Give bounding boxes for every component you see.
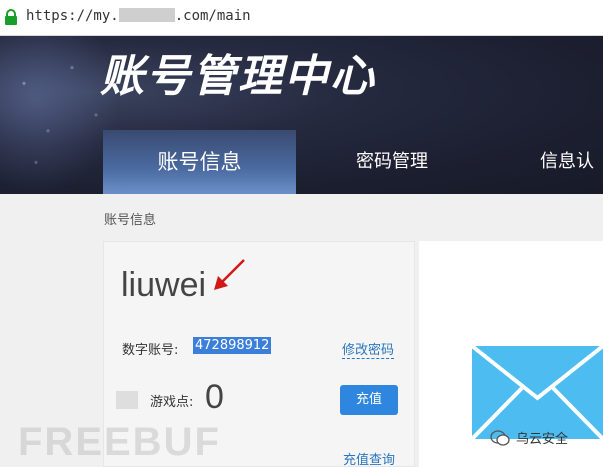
- page-title: 账号管理中心: [100, 51, 376, 102]
- wechat-account-name: 乌云安全: [516, 432, 569, 447]
- wechat-account-badge: 乌云安全: [490, 429, 568, 451]
- tab-info-verification[interactable]: 信息认: [540, 130, 603, 194]
- game-points-label: 游戏点:: [150, 395, 194, 410]
- change-password-link[interactable]: 修改密码: [342, 339, 395, 359]
- username: liuwei: [121, 266, 207, 304]
- header-banner: 账号管理中心 账号信息 密码管理 信息认: [0, 36, 603, 194]
- game-points-icon: [116, 391, 138, 409]
- url-prefix: https://my.: [26, 8, 119, 24]
- breadcrumb: 账号信息: [104, 213, 157, 228]
- account-number-value: 472898912: [193, 337, 272, 354]
- account-number-label: 数字账号:: [122, 343, 179, 358]
- url-redacted: [118, 8, 175, 22]
- game-points-value: 0: [205, 378, 224, 416]
- envelope-icon[interactable]: [472, 346, 603, 439]
- url-suffix: .com/main: [174, 8, 251, 24]
- wechat-icon: [490, 430, 510, 446]
- lock-icon: [5, 9, 17, 25]
- freebuf-watermark: FREEBUF: [18, 420, 221, 464]
- main-nav: 账号信息 密码管理 信息认: [0, 130, 603, 194]
- annotation-arrow-icon: [214, 259, 245, 290]
- tab-password-management[interactable]: 密码管理: [330, 130, 454, 194]
- tab-account-info[interactable]: 账号信息: [103, 130, 296, 194]
- url-text[interactable]: https://my. .com/main: [26, 8, 251, 24]
- recharge-query-link[interactable]: 充值查询: [343, 449, 395, 467]
- page: https://my. .com/main 账号管理中心 账号信息 密码管理 信息…: [0, 0, 603, 467]
- recharge-button[interactable]: 充值: [340, 385, 398, 415]
- browser-address-bar[interactable]: https://my. .com/main: [0, 0, 603, 36]
